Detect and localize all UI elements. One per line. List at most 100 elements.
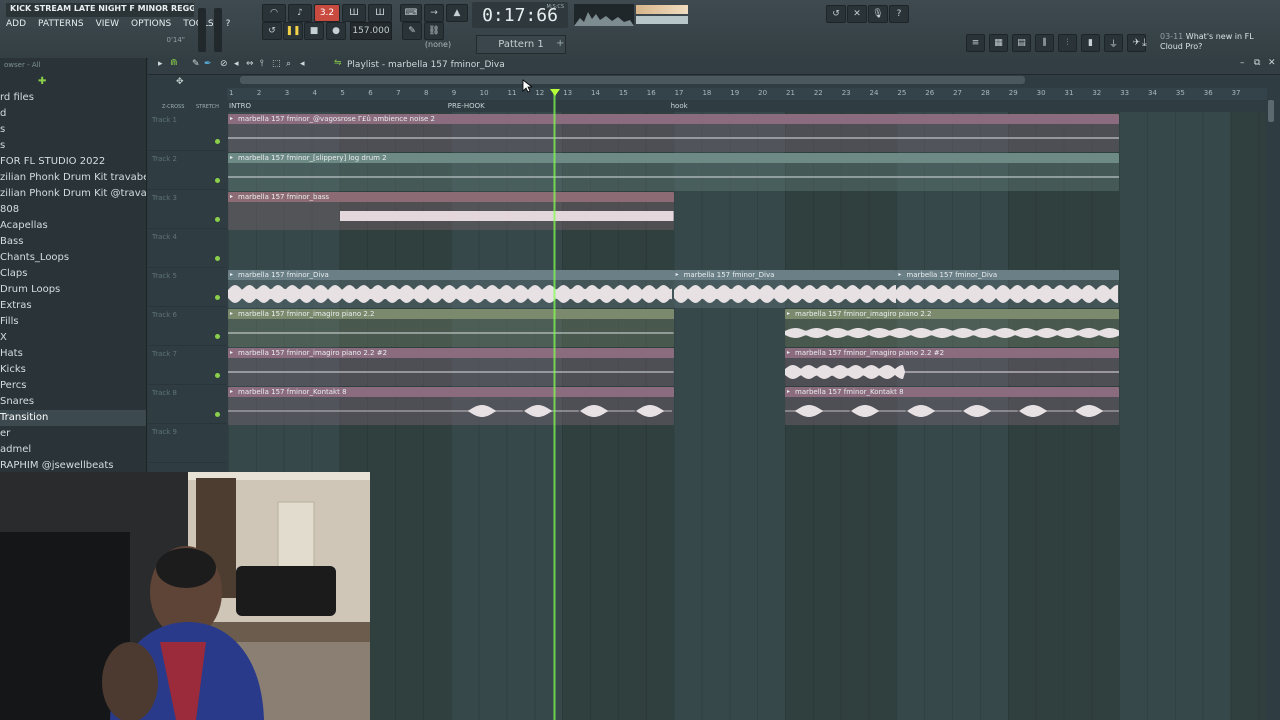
track-mute-led-icon[interactable] (215, 373, 220, 378)
paint-tool-icon[interactable]: ✒ (204, 59, 212, 69)
slice-tool-icon[interactable]: ⫯ (260, 59, 264, 69)
menu-options[interactable]: OPTIONS (129, 18, 173, 32)
browser-item[interactable]: FOR FL STUDIO 2022 (0, 154, 146, 170)
audio-clip[interactable]: marbella 157 fminor_bass (228, 192, 674, 230)
menu-add[interactable]: ADD (4, 18, 28, 32)
plugin-icon[interactable]: ⏚ (1104, 34, 1123, 52)
browser-item[interactable]: Percs (0, 378, 146, 394)
track-header[interactable]: Track 6 (148, 307, 226, 346)
channel-rack-icon[interactable]: ▦ (989, 34, 1008, 52)
snap-selector[interactable]: (none) (418, 40, 458, 52)
mute-tool-icon[interactable]: ◂ (234, 59, 239, 69)
master-pitch-slider[interactable] (214, 8, 222, 52)
blend-notes-icon[interactable]: Ш (342, 4, 366, 22)
browser-item[interactable]: Claps (0, 266, 146, 282)
track-mute-led-icon[interactable] (215, 178, 220, 183)
menu-view[interactable]: VIEW (94, 18, 121, 32)
channel-settings-icon[interactable]: ⫶ (1058, 34, 1077, 52)
audio-clip[interactable]: marbella 157 fminor_@vagosrose Γ£û ambie… (228, 114, 1120, 152)
browser-item[interactable]: zilian Phonk Drum Kit travabeats (1) (0, 170, 146, 186)
browser-item[interactable]: admel (0, 442, 146, 458)
track-mute-led-icon[interactable] (215, 139, 220, 144)
record-button[interactable]: ● (326, 22, 346, 40)
pattern-selector[interactable]: Pattern 1 (476, 35, 566, 54)
metronome-icon[interactable]: ♪ (288, 4, 312, 22)
pat-song-toggle[interactable]: ◠ (262, 4, 286, 22)
slip-tool-icon[interactable]: ⇔ (246, 59, 254, 69)
playback-tool-icon[interactable]: ◂ (300, 59, 305, 69)
browser-item[interactable]: zilian Phonk Drum Kit @travabeats (0, 186, 146, 202)
audio-clip[interactable]: marbella 157 fminor_imagiro piano 2.2 (228, 309, 674, 347)
typing-keyboard-icon[interactable]: ⌨ (400, 4, 422, 22)
mixer-icon[interactable]: ⫼ (1035, 34, 1054, 52)
browser-item[interactable]: Hats (0, 346, 146, 362)
marker-lane[interactable]: INTRO PRE-HOOK hook (227, 100, 1267, 112)
playhead-flag[interactable] (549, 89, 560, 96)
download-icon[interactable]: ⤓ (1142, 36, 1147, 50)
browser-item[interactable]: Extras (0, 298, 146, 314)
audio-input-icon[interactable]: ▲ (446, 4, 468, 22)
browser-item[interactable]: d (0, 106, 146, 122)
track-header[interactable]: Track 9 (148, 424, 226, 463)
song-time-display[interactable]: 0:17:66 M:S:CS (472, 2, 568, 28)
horizontal-scrollbar[interactable] (240, 76, 1025, 84)
audio-clip[interactable]: marbella 157 fminor_Diva (228, 270, 674, 308)
playhead[interactable] (552, 90, 556, 720)
track-header[interactable]: Track 2 (148, 151, 226, 190)
audio-clip[interactable]: marbella 157 fminor_imagiro piano 2.2 #2 (228, 348, 674, 386)
delete-tool-icon[interactable]: ⊘ (220, 59, 228, 69)
browser-item[interactable]: s (0, 138, 146, 154)
browser-item[interactable]: Drum Loops (0, 282, 146, 298)
playlist-icon[interactable]: ≡ (966, 34, 985, 52)
link-icon[interactable]: ⛓ (424, 22, 444, 40)
marker-pre-hook[interactable]: PRE-HOOK (448, 102, 485, 110)
track-header[interactable]: Track 1 (148, 112, 226, 151)
audio-clip[interactable]: marbella 157 fminor_Kontakt 8 (228, 387, 674, 425)
pencil-icon[interactable]: ✎ (402, 22, 422, 40)
restore-icon[interactable]: ⧉ (1254, 58, 1260, 68)
browser-item[interactable]: Fills (0, 314, 146, 330)
step-edit-icon[interactable]: Ш (368, 4, 392, 22)
browser-item[interactable]: rd files (0, 90, 146, 106)
browser-item[interactable]: X (0, 330, 146, 346)
tools-icon[interactable]: ✕ (847, 5, 867, 23)
arrow-right-icon[interactable]: ▸ (158, 59, 163, 69)
microphone-icon[interactable]: 🎙 (868, 5, 888, 23)
play-button[interactable]: ❚❚ (283, 22, 303, 40)
zoom-tool-icon[interactable]: ⌕ (286, 59, 291, 69)
browser-item[interactable]: Kicks (0, 362, 146, 378)
browser-icon[interactable]: ▮ (1081, 34, 1100, 52)
browser-item[interactable]: Chants_Loops (0, 250, 146, 266)
browser-item[interactable]: Snares (0, 394, 146, 410)
audio-clip[interactable]: marbella 157 fminor_imagiro piano 2.2 (785, 309, 1120, 347)
tempo-display[interactable]: 157.000 (350, 22, 392, 40)
marker-hook[interactable]: hook (671, 102, 688, 110)
playlist-arrows-icon[interactable]: ⇋ (334, 58, 342, 68)
select-tool-icon[interactable]: ⬚ (272, 59, 281, 69)
arrow-right-icon[interactable]: → (424, 4, 444, 22)
news-panel[interactable]: 03-11 What's new in FL Cloud Pro? (1160, 32, 1270, 54)
browser-item[interactable]: RAPHIM @jsewellbeats (0, 458, 146, 472)
track-header[interactable]: Track 5 (148, 268, 226, 307)
browser-item[interactable]: er (0, 426, 146, 442)
track-mute-led-icon[interactable] (215, 256, 220, 261)
track-mute-led-icon[interactable] (215, 334, 220, 339)
track-mute-led-icon[interactable] (215, 412, 220, 417)
stop-button[interactable]: ■ (304, 22, 324, 40)
magnet-icon[interactable]: ⋒ (170, 58, 178, 68)
help-icon[interactable]: ? (889, 5, 909, 23)
track-header[interactable]: Track 3 (148, 190, 226, 229)
loop-icon[interactable]: ↺ (262, 22, 282, 40)
audio-clip[interactable]: marbella 157 fminor_imagiro piano 2.2 #2 (785, 348, 1120, 386)
piano-roll-icon[interactable]: ▤ (1012, 34, 1031, 52)
track-header[interactable]: Track 7 (148, 346, 226, 385)
minimize-icon[interactable]: – (1240, 58, 1245, 68)
close-icon[interactable]: ✕ (1268, 58, 1276, 68)
audio-clip[interactable]: marbella 157 fminor_Kontakt 8 (785, 387, 1120, 425)
pattern-add-icon[interactable]: + (556, 38, 564, 49)
marker-intro[interactable]: INTRO (229, 102, 251, 110)
audio-clip[interactable]: marbella 157 fminor_[slippery] log drum … (228, 153, 1120, 191)
zoom-arrows-icon[interactable]: ✥ (176, 77, 184, 87)
track-mute-led-icon[interactable] (215, 295, 220, 300)
browser-item[interactable]: Transition (0, 410, 146, 426)
